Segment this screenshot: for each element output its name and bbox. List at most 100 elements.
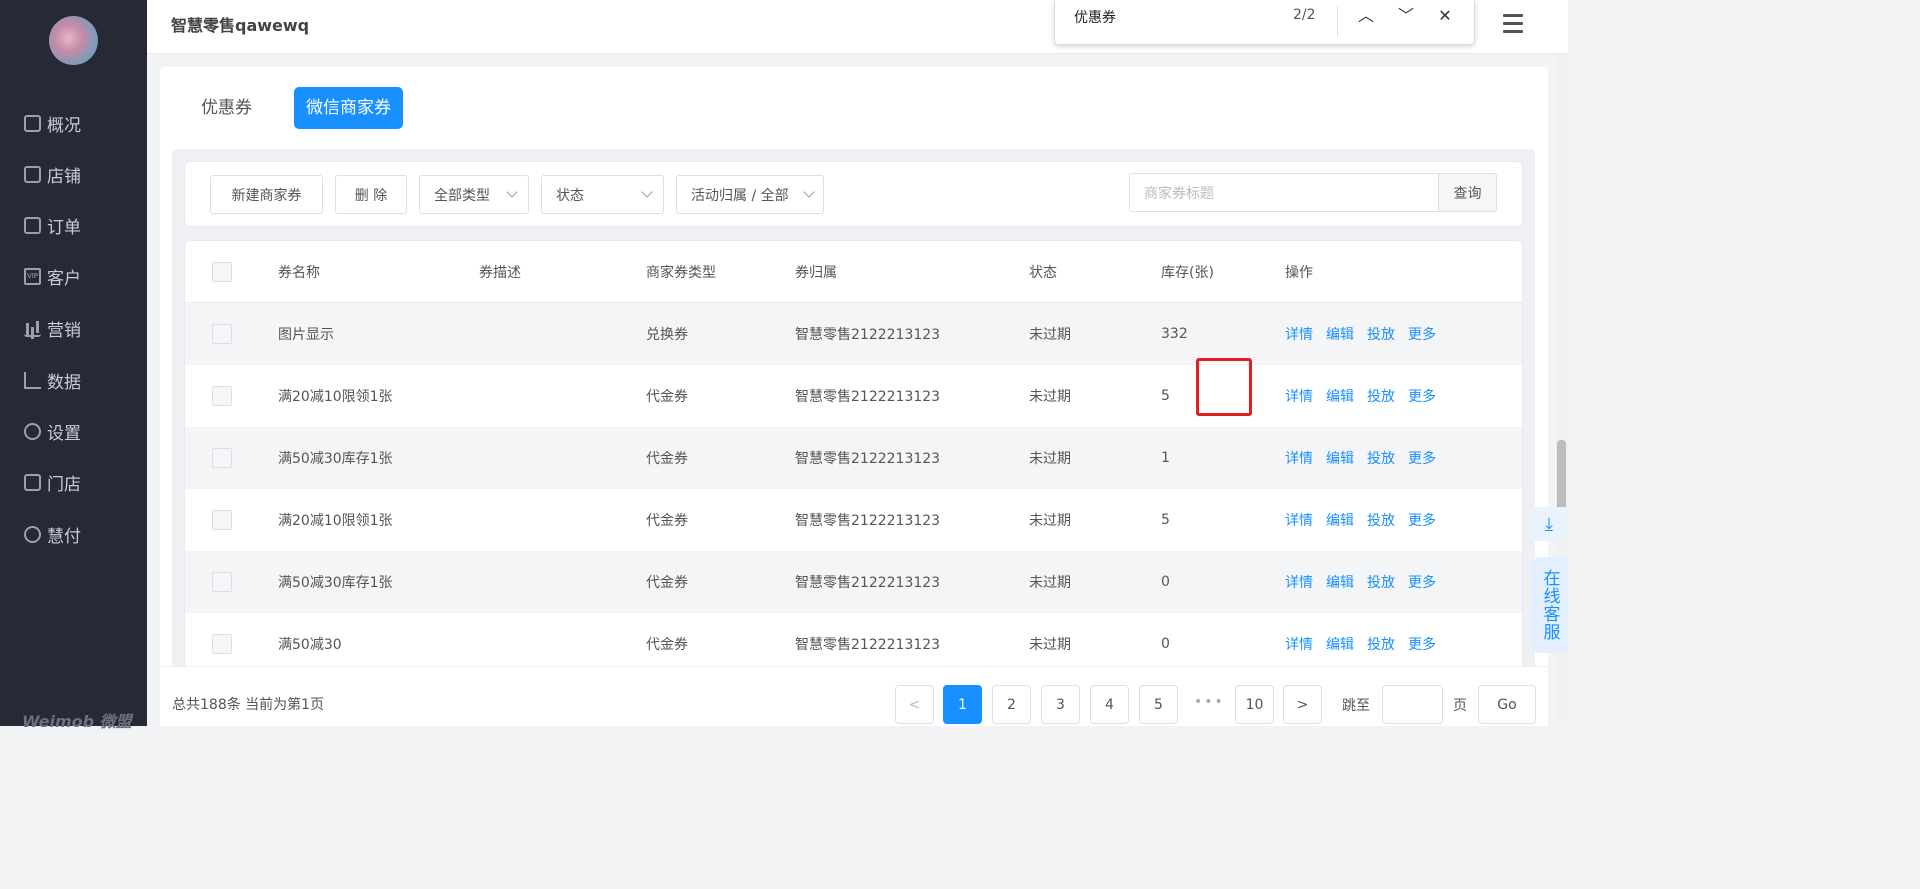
coupon-owner: 智慧零售2122213123 (795, 389, 941, 405)
coupon-title-search-input[interactable] (1129, 173, 1439, 212)
page-title: 智慧零售qawewq (171, 16, 310, 35)
prev-page-button[interactable]: < (895, 685, 934, 724)
content-panel: 新建商家券 删 除 全部类型 状态 活动归属 / 全部 查询 券名称 券描述 (172, 149, 1535, 726)
tab-coupons[interactable]: 优惠券 (189, 87, 264, 129)
edit-link[interactable]: 编辑 (1326, 575, 1354, 591)
row-actions: 详情 编辑 投放 更多 (1285, 448, 1449, 468)
tab-wechat-merchant-coupons[interactable]: 微信商家券 (294, 87, 403, 129)
table-row: 满20减10限领1张 代金券 智慧零售2122213123 未过期 5 详情 编辑… (185, 365, 1522, 427)
coupon-stock: 332 (1161, 326, 1188, 342)
edit-link[interactable]: 编辑 (1326, 513, 1354, 529)
page-button[interactable]: 3 (1041, 685, 1080, 724)
deploy-link[interactable]: 投放 (1367, 575, 1395, 591)
edit-link[interactable]: 编辑 (1326, 451, 1354, 467)
page-button[interactable]: 1 (943, 685, 982, 724)
sidebar: 概况 店铺 订单 VIP 客户 营销 数据 设置 门店 慧付 Weimob 微盟 (0, 0, 147, 731)
column-header: 券描述 (479, 264, 521, 281)
pagination-bar: 总共188条 当前为第1页 < 1 2 3 4 5 ••• 10 > 跳至 页 … (160, 666, 1548, 726)
sidebar-item-label: 客户 (47, 268, 81, 289)
row-checkbox[interactable] (212, 324, 232, 344)
avatar[interactable] (49, 16, 98, 65)
more-link[interactable]: 更多 (1408, 575, 1436, 591)
sidebar-item-customers[interactable]: VIP 客户 (0, 258, 147, 294)
page-button[interactable]: 4 (1090, 685, 1129, 724)
find-input[interactable]: 优惠券 (1074, 7, 1116, 27)
detail-link[interactable]: 详情 (1285, 575, 1313, 591)
more-link[interactable]: 更多 (1408, 513, 1436, 529)
status-select[interactable]: 状态 (541, 175, 664, 214)
deploy-link[interactable]: 投放 (1367, 637, 1395, 653)
page-button[interactable]: 10 (1235, 685, 1274, 724)
new-merchant-coupon-button[interactable]: 新建商家券 (210, 175, 323, 214)
row-checkbox[interactable] (212, 510, 232, 530)
coupon-stock: 0 (1161, 574, 1170, 590)
deploy-link[interactable]: 投放 (1367, 513, 1395, 529)
sidebar-item-shops[interactable]: 门店 (0, 464, 147, 500)
column-header: 券归属 (795, 264, 837, 281)
deploy-link[interactable]: 投放 (1367, 451, 1395, 467)
search-button[interactable]: 查询 (1438, 173, 1497, 212)
column-header: 商家券类型 (646, 264, 716, 281)
scrollbar-thumb[interactable] (1557, 440, 1566, 512)
sidebar-item-settings[interactable]: 设置 (0, 413, 147, 449)
select-all-checkbox[interactable] (212, 261, 232, 282)
next-page-button[interactable]: > (1283, 685, 1322, 724)
sidebar-item-pay[interactable]: 慧付 (0, 516, 147, 552)
column-header: 状态 (1029, 264, 1057, 281)
activity-select[interactable]: 活动归属 / 全部 (676, 175, 824, 214)
hamburger-menu-icon[interactable] (1503, 14, 1523, 34)
table-header: 券名称 券描述 商家券类型 券归属 状态 库存(张) 操作 (185, 241, 1522, 303)
row-checkbox[interactable] (212, 448, 232, 468)
page-button[interactable]: 5 (1139, 685, 1178, 724)
download-icon[interactable]: ⤓ (1532, 507, 1566, 541)
coupon-status: 未过期 (1029, 575, 1071, 591)
row-actions: 详情 编辑 投放 更多 (1285, 386, 1449, 406)
sidebar-item-data[interactable]: 数据 (0, 362, 147, 398)
more-link[interactable]: 更多 (1408, 637, 1436, 653)
coupon-stock: 5 (1161, 512, 1170, 528)
coupon-status: 未过期 (1029, 637, 1071, 653)
chevron-left-icon: < (908, 696, 921, 713)
jump-page-input[interactable] (1382, 685, 1443, 724)
close-icon[interactable]: ✕ (1433, 4, 1457, 28)
coupon-name: 满20减10限领1张 (278, 389, 393, 405)
sidebar-item-store[interactable]: 店铺 (0, 156, 147, 192)
detail-link[interactable]: 详情 (1285, 451, 1313, 467)
sidebar-item-orders[interactable]: 订单 (0, 207, 147, 243)
chevron-up-icon[interactable]: ︿ (1354, 4, 1378, 28)
box-icon (24, 114, 41, 132)
page-button[interactable]: 2 (992, 685, 1031, 724)
detail-link[interactable]: 详情 (1285, 327, 1313, 343)
find-bar: 优惠券 2/2 ︿ ﹀ ✕ (1054, 0, 1475, 45)
find-divider (1337, 6, 1338, 36)
type-select[interactable]: 全部类型 (419, 175, 529, 214)
sidebar-item-label: 慧付 (47, 526, 81, 547)
edit-link[interactable]: 编辑 (1326, 637, 1354, 653)
detail-link[interactable]: 详情 (1285, 513, 1313, 529)
coupon-status: 未过期 (1029, 389, 1071, 405)
ellipsis-icon[interactable]: ••• (1194, 694, 1225, 710)
deploy-link[interactable]: 投放 (1367, 389, 1395, 405)
more-link[interactable]: 更多 (1408, 389, 1436, 405)
coupon-type: 代金券 (646, 575, 688, 591)
row-checkbox[interactable] (212, 572, 232, 592)
deploy-link[interactable]: 投放 (1367, 327, 1395, 343)
row-checkbox[interactable] (212, 386, 232, 406)
detail-link[interactable]: 详情 (1285, 637, 1313, 653)
find-match-count: 2/2 (1293, 7, 1316, 23)
edit-link[interactable]: 编辑 (1326, 389, 1354, 405)
chevron-down-icon[interactable]: ﹀ (1394, 4, 1418, 28)
coupon-name: 图片显示 (278, 327, 334, 343)
go-button[interactable]: Go (1478, 685, 1536, 724)
edit-link[interactable]: 编辑 (1326, 327, 1354, 343)
activity-select-value: 活动归属 / 全部 (691, 187, 789, 204)
sidebar-item-overview[interactable]: 概况 (0, 105, 147, 141)
row-checkbox[interactable] (212, 634, 232, 654)
more-link[interactable]: 更多 (1408, 451, 1436, 467)
delete-button[interactable]: 删 除 (335, 175, 407, 214)
sidebar-item-marketing[interactable]: 营销 (0, 310, 147, 346)
more-link[interactable]: 更多 (1408, 327, 1436, 343)
sidebar-item-label: 设置 (47, 423, 81, 444)
online-customer-service-button[interactable]: 在线客服 (1532, 557, 1568, 653)
detail-link[interactable]: 详情 (1285, 389, 1313, 405)
